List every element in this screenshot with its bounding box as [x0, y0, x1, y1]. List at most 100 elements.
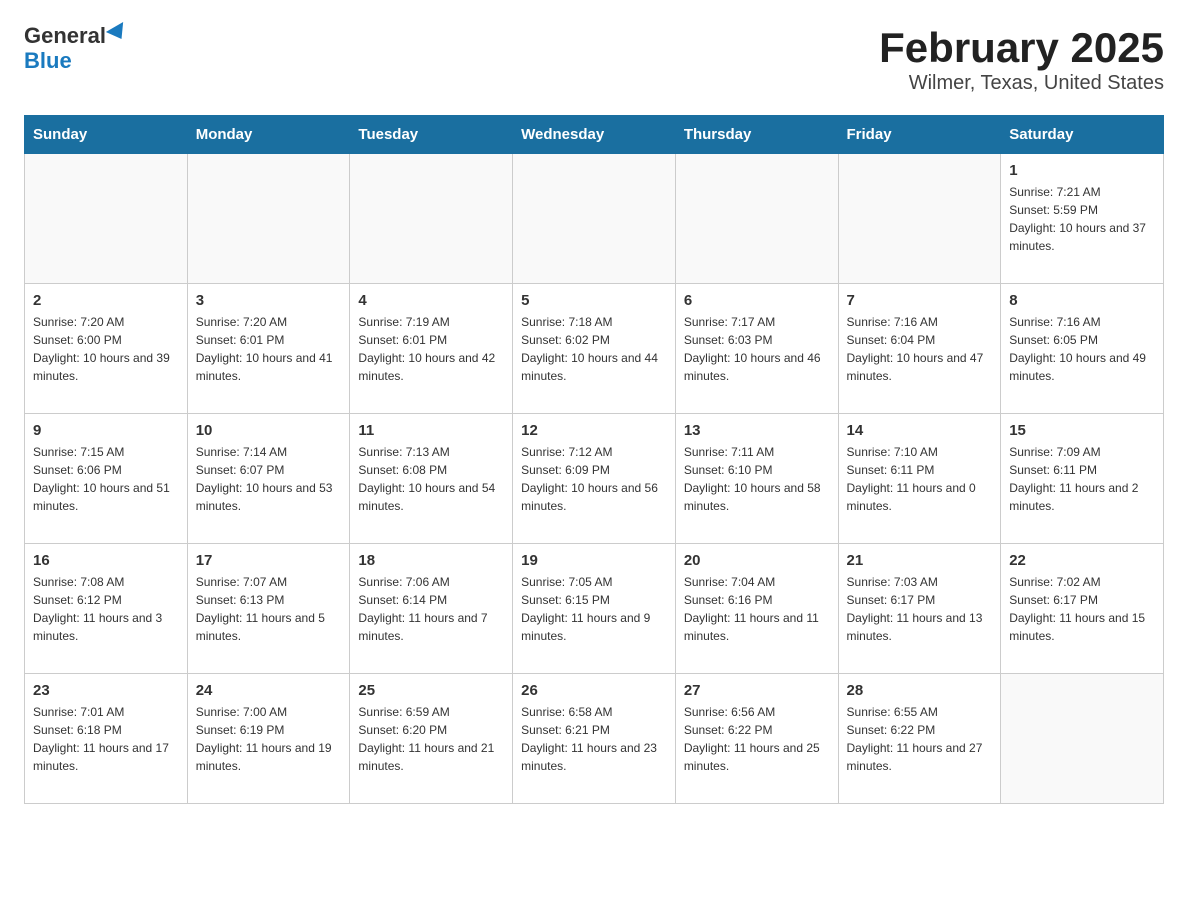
day-info: Sunrise: 6:55 AMSunset: 6:22 PMDaylight:…: [847, 703, 993, 775]
calendar-header-monday: Monday: [187, 116, 350, 154]
calendar-day-cell: 18 Sunrise: 7:06 AMSunset: 6:14 PMDayligh…: [350, 544, 513, 674]
calendar-day-cell: 5 Sunrise: 7:18 AMSunset: 6:02 PMDaylight…: [513, 284, 676, 414]
logo-general-text: General: [24, 24, 106, 48]
calendar-day-cell: 3 Sunrise: 7:20 AMSunset: 6:01 PMDaylight…: [187, 284, 350, 414]
calendar-day-cell: 20 Sunrise: 7:04 AMSunset: 6:16 PMDayligh…: [675, 544, 838, 674]
calendar-week-row: 1 Sunrise: 7:21 AMSunset: 5:59 PMDaylight…: [25, 154, 1164, 284]
day-number: 19: [521, 552, 667, 569]
calendar-day-cell: 23 Sunrise: 7:01 AMSunset: 6:18 PMDayligh…: [25, 674, 188, 804]
title-block: February 2025 Wilmer, Texas, United Stat…: [879, 24, 1164, 95]
day-number: 6: [684, 292, 830, 309]
day-number: 13: [684, 422, 830, 439]
day-number: 1: [1009, 162, 1155, 179]
day-number: 22: [1009, 552, 1155, 569]
calendar-day-cell: [187, 154, 350, 284]
calendar-header-saturday: Saturday: [1001, 116, 1164, 154]
day-info: Sunrise: 7:16 AMSunset: 6:05 PMDaylight:…: [1009, 313, 1155, 385]
day-info: Sunrise: 7:17 AMSunset: 6:03 PMDaylight:…: [684, 313, 830, 385]
logo: General Blue: [24, 24, 128, 74]
day-number: 7: [847, 292, 993, 309]
calendar-day-cell: 2 Sunrise: 7:20 AMSunset: 6:00 PMDaylight…: [25, 284, 188, 414]
calendar-day-cell: 9 Sunrise: 7:15 AMSunset: 6:06 PMDaylight…: [25, 414, 188, 544]
day-info: Sunrise: 7:00 AMSunset: 6:19 PMDaylight:…: [196, 703, 342, 775]
calendar-day-cell: 14 Sunrise: 7:10 AMSunset: 6:11 PMDayligh…: [838, 414, 1001, 544]
page-subtitle: Wilmer, Texas, United States: [879, 72, 1164, 95]
day-number: 12: [521, 422, 667, 439]
day-info: Sunrise: 7:21 AMSunset: 5:59 PMDaylight:…: [1009, 183, 1155, 255]
day-info: Sunrise: 7:20 AMSunset: 6:01 PMDaylight:…: [196, 313, 342, 385]
day-info: Sunrise: 7:08 AMSunset: 6:12 PMDaylight:…: [33, 573, 179, 645]
day-info: Sunrise: 7:19 AMSunset: 6:01 PMDaylight:…: [358, 313, 504, 385]
calendar-day-cell: [513, 154, 676, 284]
day-number: 2: [33, 292, 179, 309]
day-number: 26: [521, 682, 667, 699]
day-number: 28: [847, 682, 993, 699]
day-info: Sunrise: 7:10 AMSunset: 6:11 PMDaylight:…: [847, 443, 993, 515]
day-number: 16: [33, 552, 179, 569]
calendar-day-cell: 4Sunrise: 7:19 AMSunset: 6:01 PMDaylight…: [350, 284, 513, 414]
calendar-day-cell: 10 Sunrise: 7:14 AMSunset: 6:07 PMDayligh…: [187, 414, 350, 544]
calendar-day-cell: 11 Sunrise: 7:13 AMSunset: 6:08 PMDayligh…: [350, 414, 513, 544]
calendar-day-cell: 28 Sunrise: 6:55 AMSunset: 6:22 PMDayligh…: [838, 674, 1001, 804]
day-info: Sunrise: 7:16 AMSunset: 6:04 PMDaylight:…: [847, 313, 993, 385]
day-info: Sunrise: 7:03 AMSunset: 6:17 PMDaylight:…: [847, 573, 993, 645]
calendar-header-wednesday: Wednesday: [513, 116, 676, 154]
calendar-day-cell: 26 Sunrise: 6:58 AMSunset: 6:21 PMDayligh…: [513, 674, 676, 804]
day-number: 24: [196, 682, 342, 699]
day-number: 18: [358, 552, 504, 569]
day-info: Sunrise: 7:09 AMSunset: 6:11 PMDaylight:…: [1009, 443, 1155, 515]
day-number: 21: [847, 552, 993, 569]
day-info: Sunrise: 7:13 AMSunset: 6:08 PMDaylight:…: [358, 443, 504, 515]
day-number: 3: [196, 292, 342, 309]
day-info: Sunrise: 7:18 AMSunset: 6:02 PMDaylight:…: [521, 313, 667, 385]
day-number: 11: [358, 422, 504, 439]
calendar-header-thursday: Thursday: [675, 116, 838, 154]
day-number: 14: [847, 422, 993, 439]
calendar-week-row: 9 Sunrise: 7:15 AMSunset: 6:06 PMDaylight…: [25, 414, 1164, 544]
calendar-week-row: 23 Sunrise: 7:01 AMSunset: 6:18 PMDayligh…: [25, 674, 1164, 804]
day-info: Sunrise: 7:11 AMSunset: 6:10 PMDaylight:…: [684, 443, 830, 515]
calendar-day-cell: 16 Sunrise: 7:08 AMSunset: 6:12 PMDayligh…: [25, 544, 188, 674]
calendar-day-cell: 27Sunrise: 6:56 AMSunset: 6:22 PMDayligh…: [675, 674, 838, 804]
day-number: 9: [33, 422, 179, 439]
calendar-week-row: 16 Sunrise: 7:08 AMSunset: 6:12 PMDayligh…: [25, 544, 1164, 674]
calendar-day-cell: 1 Sunrise: 7:21 AMSunset: 5:59 PMDaylight…: [1001, 154, 1164, 284]
calendar-table: SundayMondayTuesdayWednesdayThursdayFrid…: [24, 115, 1164, 804]
calendar-day-cell: 22Sunrise: 7:02 AMSunset: 6:17 PMDayligh…: [1001, 544, 1164, 674]
calendar-day-cell: 17 Sunrise: 7:07 AMSunset: 6:13 PMDayligh…: [187, 544, 350, 674]
calendar-day-cell: 15 Sunrise: 7:09 AMSunset: 6:11 PMDayligh…: [1001, 414, 1164, 544]
calendar-header-friday: Friday: [838, 116, 1001, 154]
day-info: Sunrise: 7:12 AMSunset: 6:09 PMDaylight:…: [521, 443, 667, 515]
calendar-day-cell: 7 Sunrise: 7:16 AMSunset: 6:04 PMDaylight…: [838, 284, 1001, 414]
day-number: 10: [196, 422, 342, 439]
calendar-day-cell: [350, 154, 513, 284]
calendar-day-cell: 13 Sunrise: 7:11 AMSunset: 6:10 PMDayligh…: [675, 414, 838, 544]
calendar-day-cell: [1001, 674, 1164, 804]
day-number: 17: [196, 552, 342, 569]
day-number: 20: [684, 552, 830, 569]
day-number: 25: [358, 682, 504, 699]
calendar-header-tuesday: Tuesday: [350, 116, 513, 154]
logo-blue-text: Blue: [24, 48, 72, 73]
day-info: Sunrise: 7:06 AMSunset: 6:14 PMDaylight:…: [358, 573, 504, 645]
day-info: Sunrise: 7:14 AMSunset: 6:07 PMDaylight:…: [196, 443, 342, 515]
day-number: 8: [1009, 292, 1155, 309]
calendar-day-cell: 12 Sunrise: 7:12 AMSunset: 6:09 PMDayligh…: [513, 414, 676, 544]
calendar-week-row: 2 Sunrise: 7:20 AMSunset: 6:00 PMDaylight…: [25, 284, 1164, 414]
day-number: 23: [33, 682, 179, 699]
day-number: 5: [521, 292, 667, 309]
calendar-day-cell: 19Sunrise: 7:05 AMSunset: 6:15 PMDayligh…: [513, 544, 676, 674]
day-info: Sunrise: 7:15 AMSunset: 6:06 PMDaylight:…: [33, 443, 179, 515]
day-info: Sunrise: 7:20 AMSunset: 6:00 PMDaylight:…: [33, 313, 179, 385]
day-info: Sunrise: 7:04 AMSunset: 6:16 PMDaylight:…: [684, 573, 830, 645]
calendar-day-cell: [838, 154, 1001, 284]
page-title: February 2025: [879, 24, 1164, 72]
day-info: Sunrise: 7:07 AMSunset: 6:13 PMDaylight:…: [196, 573, 342, 645]
day-info: Sunrise: 7:01 AMSunset: 6:18 PMDaylight:…: [33, 703, 179, 775]
calendar-day-cell: [675, 154, 838, 284]
day-number: 27: [684, 682, 830, 699]
logo-triangle-icon: [106, 22, 130, 44]
day-info: Sunrise: 6:58 AMSunset: 6:21 PMDaylight:…: [521, 703, 667, 775]
day-number: 15: [1009, 422, 1155, 439]
calendar-day-cell: 21 Sunrise: 7:03 AMSunset: 6:17 PMDayligh…: [838, 544, 1001, 674]
